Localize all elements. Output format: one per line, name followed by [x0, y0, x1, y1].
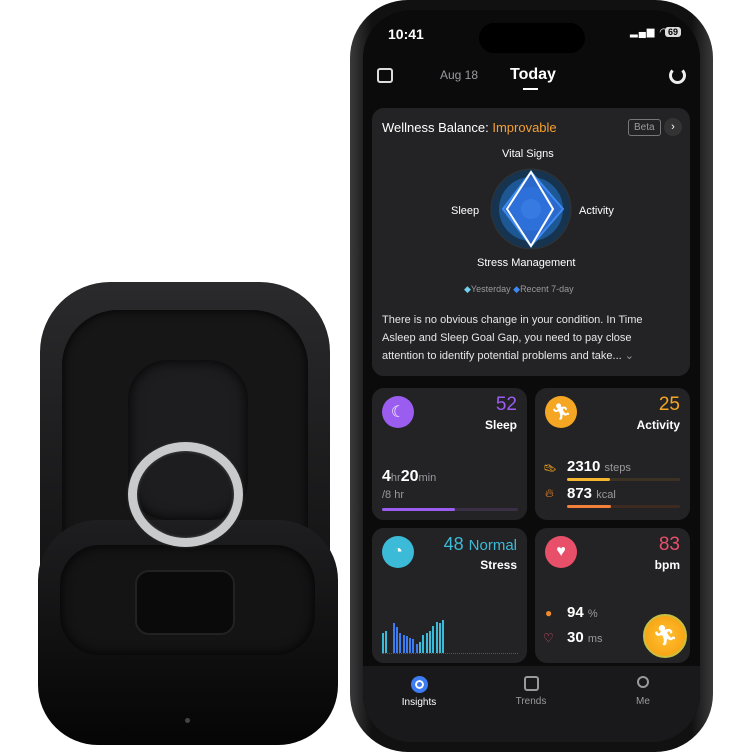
tab-trends[interactable]: Trends — [503, 676, 559, 707]
stress-bar — [402, 635, 405, 653]
bottom-tab-bar: Insights Trends Me — [363, 666, 700, 742]
stress-bar — [409, 638, 412, 653]
battery-indicator: 69 — [665, 27, 682, 37]
chevron-right-icon[interactable]: › — [664, 118, 682, 136]
legend-yesterday-icon: ◆ — [464, 284, 471, 294]
stress-bar — [435, 622, 438, 653]
stress-card[interactable]: ◔ 48 Normal Stress — [372, 528, 527, 663]
stress-bar — [399, 633, 402, 653]
gauge-icon: ◔ — [382, 536, 414, 568]
refresh-icon[interactable] — [669, 67, 686, 84]
wellness-summary[interactable]: There is no obvious change in your condi… — [382, 311, 674, 365]
case-led — [185, 718, 190, 723]
wellness-title: Wellness Balance: — [382, 120, 489, 135]
kcal-progress-track — [567, 505, 680, 508]
stress-bar — [422, 635, 425, 653]
stress-bar — [412, 639, 415, 653]
kcal-value: 873 kcal — [567, 485, 616, 502]
legend-recent: Recent 7-day — [520, 284, 574, 294]
stress-bar — [382, 633, 384, 653]
stress-bar — [425, 633, 428, 653]
trends-icon — [523, 676, 539, 691]
activity-card[interactable]: 🏃︎ 25 Activity 👟︎ 2310 steps 🔥︎ 873 kcal — [535, 388, 690, 520]
stress-bar — [415, 644, 418, 653]
sleep-card[interactable]: ☾ 52 Sleep 4hr20min /8 hr — [372, 388, 527, 520]
stress-score: 48 Normal — [443, 534, 517, 554]
sleep-label: Sleep — [484, 418, 517, 432]
legend-yesterday: Yesterday — [470, 284, 511, 294]
stress-bar — [442, 620, 445, 653]
charging-dock — [135, 570, 235, 635]
axis-activity: Activity — [579, 205, 614, 217]
heart-rate-value: 83 — [658, 534, 680, 555]
stress-bar — [392, 623, 395, 653]
beta-badge: Beta — [628, 119, 661, 136]
stress-bar — [428, 631, 431, 653]
activity-score: 25 — [658, 394, 680, 415]
insights-icon — [410, 676, 428, 693]
sleep-score: 52 — [495, 394, 517, 415]
kcal-progress-fill — [567, 505, 612, 508]
activity-label: Activity — [636, 418, 680, 432]
stress-label: Stress — [480, 558, 517, 572]
blood-oxygen-icon: ● — [545, 606, 553, 620]
moon-icon: ☾ — [382, 396, 414, 428]
sleep-progress-fill — [382, 508, 456, 511]
stress-bar — [385, 631, 388, 653]
smart-ring — [128, 442, 243, 547]
spo2-value: 94 % — [567, 604, 598, 621]
axis-stress-management: Stress Management — [477, 257, 576, 269]
status-time: 10:41 — [388, 26, 424, 42]
sleep-progress-track — [382, 508, 518, 511]
phone-screen: 10:41 ▂▄▆ ◠ 69 Aug 18 Today Wellness Bal… — [363, 10, 700, 742]
sleep-goal: /8 hr — [382, 489, 405, 501]
stress-bar — [395, 627, 398, 653]
stress-bar — [419, 642, 421, 653]
shoe-icon: 👟︎ — [543, 463, 557, 475]
stress-bar — [438, 623, 441, 653]
person-icon — [637, 676, 649, 688]
wellness-status: Improvable — [492, 120, 557, 135]
axis-sleep: Sleep — [451, 205, 480, 217]
signal-icon: ▂▄▆ ◠ — [630, 27, 669, 38]
stress-bar — [405, 636, 408, 653]
wellness-balance-card[interactable]: Wellness Balance: Improvable Beta › Vita… — [372, 108, 690, 376]
hrv-icon: ♡ — [543, 631, 554, 645]
tab-today[interactable]: Today — [510, 66, 556, 84]
flame-icon: 🔥︎ — [545, 486, 554, 500]
sleep-duration: 4hr20min — [382, 468, 437, 485]
stress-bar — [432, 626, 435, 653]
start-workout-button[interactable]: 🏃︎ — [643, 614, 687, 658]
axis-vital-signs: Vital Signs — [502, 148, 554, 160]
steps-progress-fill — [567, 478, 610, 481]
calendar-icon[interactable] — [377, 68, 393, 83]
chevron-down-icon[interactable]: ⌄ — [625, 350, 634, 362]
heart-icon: ♥ — [545, 536, 577, 568]
steps-value: 2310 steps — [567, 458, 631, 475]
tab-prev-date[interactable]: Aug 18 — [440, 68, 478, 82]
radar-chart — [490, 168, 572, 250]
tab-insights[interactable]: Insights — [391, 676, 447, 708]
steps-progress-track — [567, 478, 680, 481]
running-icon: 🏃︎ — [545, 396, 577, 428]
tab-me[interactable]: Me — [615, 676, 671, 707]
hrv-value: 30 ms — [567, 629, 603, 646]
heart-rate-unit: bpm — [654, 558, 680, 572]
stress-bar-chart — [382, 618, 518, 654]
dynamic-island — [479, 23, 585, 53]
tab-indicator — [523, 88, 538, 90]
